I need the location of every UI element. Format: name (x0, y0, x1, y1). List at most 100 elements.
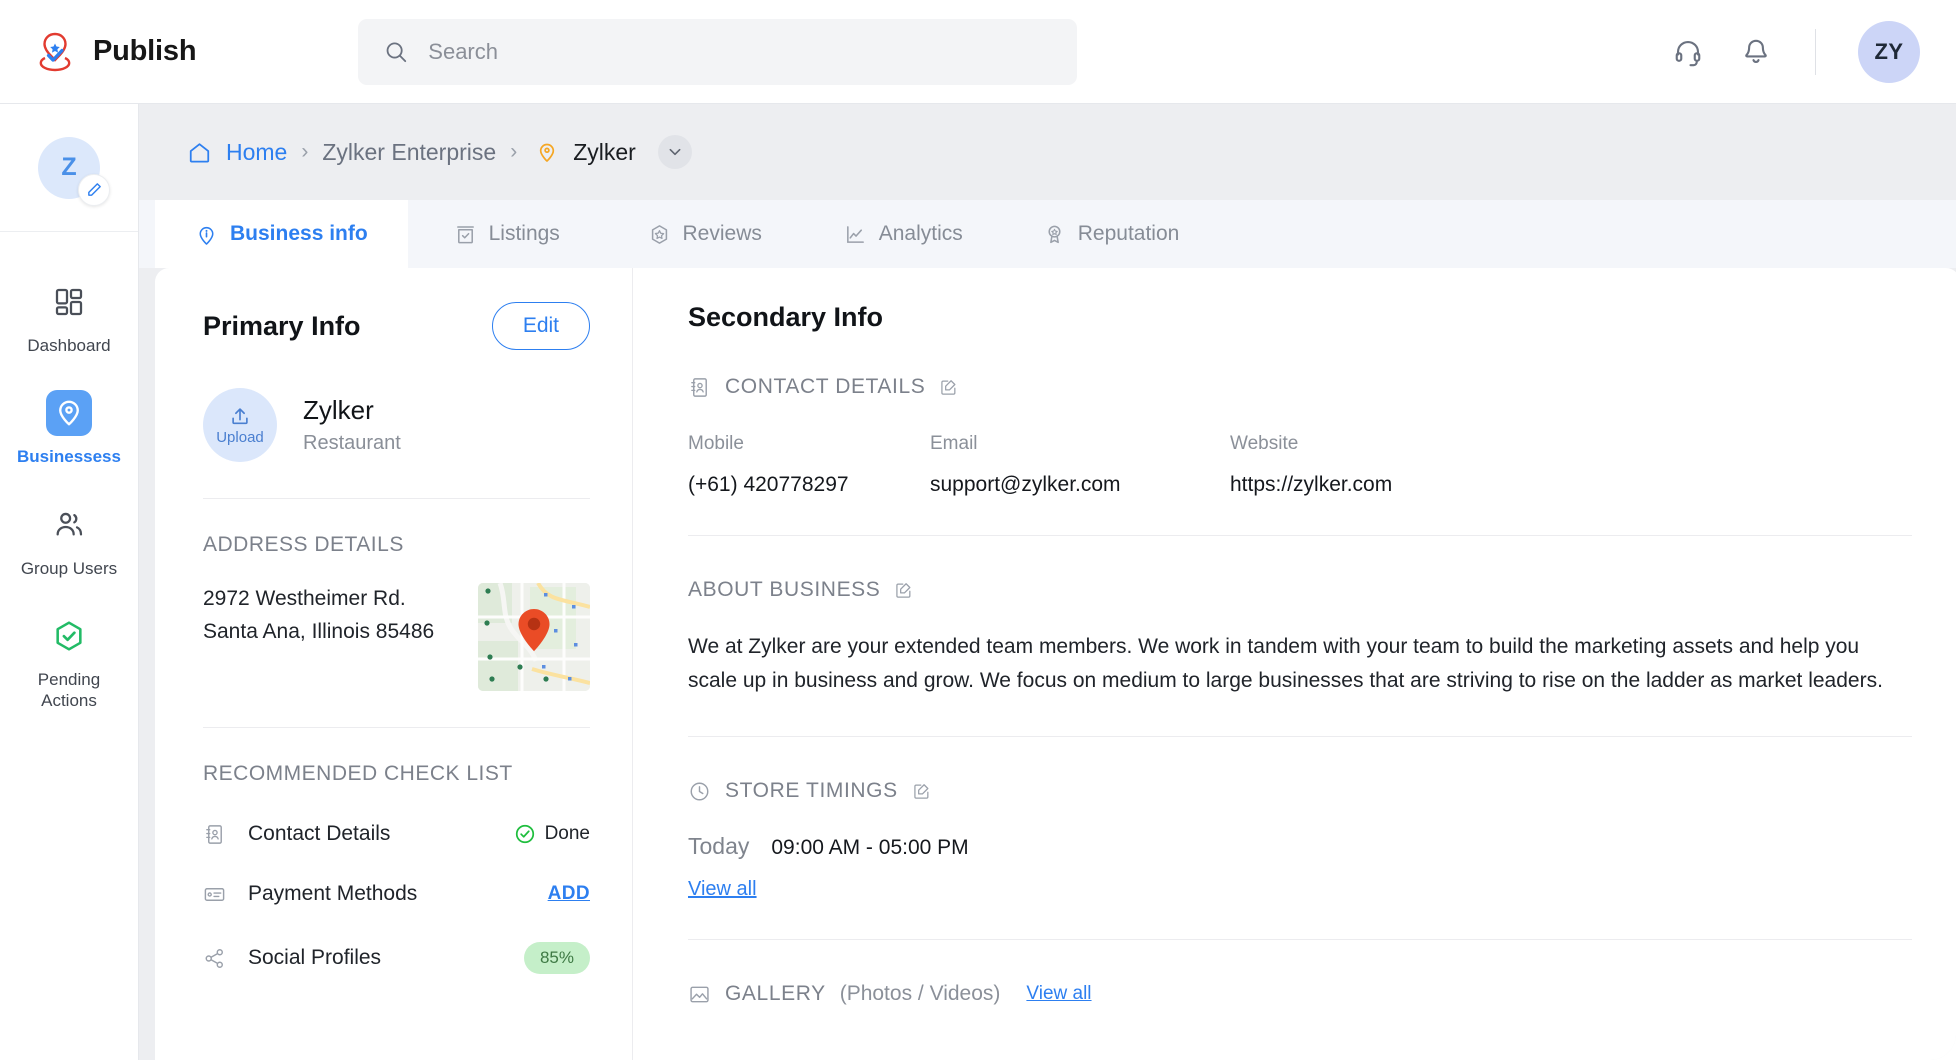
business-info-panel: Primary Info Edit Upload Zylker Restaura… (155, 268, 1956, 1060)
tab-label: Reviews (683, 222, 762, 246)
contact-book-icon (203, 823, 226, 846)
edit-button[interactable]: Edit (492, 302, 590, 350)
timings-view-all-link[interactable]: View all (688, 878, 757, 901)
left-nav-rail: Z Dashboard (0, 104, 139, 1060)
chevron-down-icon[interactable] (658, 135, 692, 169)
contact-details-header: CONTACT DETAILS (688, 375, 1912, 399)
tab-bar: Business info Listings Reviews (139, 200, 1956, 268)
edit-square-icon[interactable] (894, 580, 914, 600)
sidebar-item-label: Pending (38, 669, 100, 690)
listing-check-icon (454, 223, 477, 246)
user-avatar[interactable]: ZY (1858, 21, 1920, 83)
breadcrumb-home[interactable]: Home (226, 139, 287, 166)
primary-info-column: Primary Info Edit Upload Zylker Restaura… (155, 268, 633, 1060)
brand[interactable]: Publish (33, 30, 196, 74)
card-icon (203, 883, 226, 906)
org-avatar: Z (38, 137, 100, 199)
gallery-subcaption: (Photos / Videos) (840, 982, 1001, 1006)
divider-2 (203, 727, 590, 728)
home-icon[interactable] (187, 140, 212, 165)
field-value: https://zylker.com (1230, 473, 1530, 497)
info-pin-icon (195, 223, 218, 246)
checklist-label: Payment Methods (248, 882, 417, 906)
field-email: Email support@zylker.com (930, 433, 1230, 497)
checklist-status: Done (545, 823, 590, 845)
breadcrumb: Home › Zylker Enterprise › Zylker (139, 104, 1956, 200)
upload-logo-button[interactable]: Upload (203, 388, 277, 462)
share-nodes-icon (203, 947, 226, 970)
divider-4 (688, 736, 1912, 737)
field-value: (+61) 420778297 (688, 473, 930, 497)
map-thumbnail[interactable] (478, 583, 590, 691)
tab-listings[interactable]: Listings (408, 200, 606, 268)
address-line-1: 2972 Westheimer Rd. (203, 583, 434, 616)
business-name: Zylker (303, 395, 401, 426)
support-headset-button[interactable] (1671, 35, 1705, 69)
edit-pencil-icon[interactable] (78, 174, 110, 206)
tab-label: Listings (489, 222, 560, 246)
upload-label: Upload (216, 429, 264, 446)
about-business-caption: ABOUT BUSINESS (688, 578, 880, 602)
notifications-button[interactable] (1739, 35, 1773, 69)
sidebar-item-dashboard[interactable]: Dashboard (0, 262, 138, 373)
field-value: support@zylker.com (930, 473, 1230, 497)
gallery-view-all-link[interactable]: View all (1026, 983, 1091, 1005)
breadcrumb-separator-2: › (510, 140, 517, 164)
checklist-item-payment-methods[interactable]: Payment Methods ADD (203, 882, 590, 906)
map-pin-icon (535, 140, 559, 164)
content-area: Home › Zylker Enterprise › Zylker (139, 104, 1956, 1060)
contact-fields: Mobile (+61) 420778297 Email support@zyl… (688, 433, 1912, 497)
status-badge-done: Done (514, 823, 590, 845)
grid-dashboard-icon (46, 279, 92, 325)
today-label: Today (688, 833, 749, 860)
divider-3 (688, 535, 1912, 536)
address-block: 2972 Westheimer Rd. Santa Ana, Illinois … (203, 583, 590, 691)
org-avatar-block[interactable]: Z (0, 104, 138, 232)
search-bar[interactable] (358, 19, 1077, 85)
star-badge-icon (648, 223, 671, 246)
sidebar-item-label-2: Actions (38, 690, 100, 711)
gallery-header: GALLERY (Photos / Videos) View all (688, 982, 1912, 1006)
add-payment-link[interactable]: ADD (548, 883, 590, 905)
sidebar-item-label: Businessess (17, 446, 121, 467)
business-identity: Upload Zylker Restaurant (203, 388, 590, 462)
breadcrumb-parent[interactable]: Zylker Enterprise (322, 139, 496, 166)
checklist-item-social-profiles[interactable]: Social Profiles 85% (203, 942, 590, 974)
sidebar-item-group-users[interactable]: Group Users (0, 485, 138, 596)
headset-icon (1673, 37, 1703, 67)
tab-reputation[interactable]: Reputation (1003, 200, 1220, 268)
about-business-text: We at Zylker are your extended team memb… (688, 630, 1912, 698)
top-bar-actions: ZY (1671, 0, 1920, 104)
search-icon (384, 39, 408, 65)
tab-reviews[interactable]: Reviews (606, 200, 804, 268)
app-window: Publish (0, 0, 1956, 1060)
today-hours: 09:00 AM - 05:00 PM (771, 836, 968, 860)
clock-icon (688, 780, 711, 803)
check-circle-icon (514, 823, 536, 845)
edit-square-icon[interactable] (912, 781, 932, 801)
brand-name: Publish (93, 35, 196, 68)
search-input[interactable] (428, 39, 1051, 65)
location-pin-star-check-icon (33, 30, 77, 74)
store-timings-caption: STORE TIMINGS (725, 779, 898, 803)
divider-5 (688, 939, 1912, 940)
breadcrumb-current: Zylker (573, 139, 636, 166)
sidebar-item-label: Dashboard (27, 335, 110, 356)
image-icon (688, 983, 711, 1006)
sidebar-item-pending-actions[interactable]: Pending Actions (0, 596, 138, 729)
top-bar: Publish (0, 0, 1956, 104)
tab-label: Business info (230, 222, 368, 246)
breadcrumb-separator: › (301, 140, 308, 164)
field-label: Website (1230, 433, 1530, 455)
edit-square-icon[interactable] (939, 377, 959, 397)
tab-analytics[interactable]: Analytics (804, 200, 1003, 268)
secondary-info-column: Secondary Info CONTACT DETAILS (633, 268, 1956, 1060)
contact-details-caption: CONTACT DETAILS (725, 375, 925, 399)
bell-icon (1741, 37, 1771, 67)
sidebar-item-businessess[interactable]: Businessess (0, 373, 138, 484)
tab-label: Analytics (879, 222, 963, 246)
hexagon-check-icon (46, 613, 92, 659)
primary-info-title: Primary Info (203, 311, 361, 342)
checklist-item-contact-details[interactable]: Contact Details Done (203, 822, 590, 846)
tab-business-info[interactable]: Business info (155, 200, 408, 268)
